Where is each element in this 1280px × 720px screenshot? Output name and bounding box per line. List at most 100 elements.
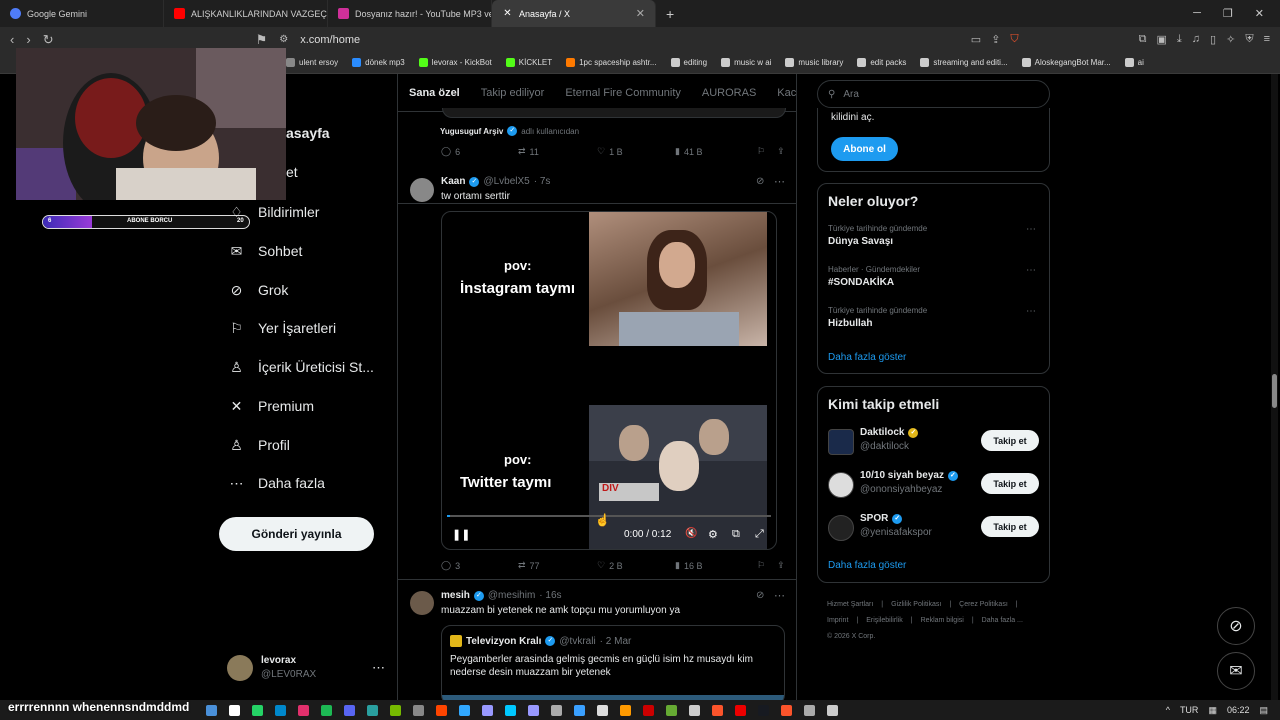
download-icon[interactable]: ⤓ [1177, 33, 1182, 46]
views-button[interactable]: ▮ 41 B [675, 146, 757, 157]
taskbar-app-icon[interactable] [206, 704, 217, 716]
avatar[interactable] [410, 178, 434, 202]
taskbar-app-icon[interactable] [413, 704, 424, 716]
suggestion-name[interactable]: 10/10 siyah beyaz [860, 470, 944, 481]
more-icon[interactable]: ⋯ [774, 175, 785, 188]
grok-icon[interactable]: ⊘ [756, 590, 764, 601]
trends-show-more[interactable]: Daha fazla göster [828, 352, 906, 363]
share-icon[interactable]: ⇪ [777, 560, 785, 571]
taskbar-app-icon[interactable] [551, 704, 562, 716]
bookmark-item[interactable]: music w ai [721, 58, 771, 67]
bookmark-item[interactable]: streaming and editi... [920, 58, 1008, 67]
scrollbar[interactable] [1271, 74, 1278, 700]
fullscreen-icon[interactable]: ⤢ [755, 528, 764, 541]
settings-icon[interactable]: ⚙ [708, 528, 718, 541]
post-time[interactable]: · 16s [539, 590, 561, 601]
language-indicator[interactable]: TUR [1180, 705, 1199, 715]
taskbar-app-icon[interactable] [528, 704, 539, 716]
like-button[interactable]: ♡ 2 B [597, 560, 675, 571]
bookmark-item[interactable]: dönek mp3 [352, 58, 405, 67]
bookmark-item[interactable]: levorax - KickBot [418, 58, 492, 67]
maximize-icon[interactable]: ❐ [1223, 7, 1233, 20]
reload-icon[interactable]: ↻ [43, 32, 54, 48]
suggestion-name[interactable]: SPOR [860, 513, 888, 524]
extensions-icon[interactable]: ⧉ [1139, 33, 1147, 46]
site-settings-icon[interactable]: ⚙ [279, 34, 288, 45]
nav-item-6[interactable]: ♙ Profil [229, 433, 290, 457]
minimize-icon[interactable]: ─ [1193, 7, 1201, 20]
new-tab-button[interactable]: + [656, 6, 684, 22]
tray-arrow-icon[interactable]: ^ [1166, 705, 1170, 715]
close-tab-icon[interactable]: ✕ [636, 7, 645, 20]
nav-item-3[interactable]: ⚐ Yer İşaretleri [229, 316, 336, 340]
taskbar-app-icon[interactable] [482, 704, 493, 716]
taskbar-app-icon[interactable] [758, 704, 769, 716]
taskbar-app-icon[interactable] [804, 704, 815, 716]
reply-button[interactable]: ◯ 6 [441, 146, 518, 157]
more-icon[interactable]: ⋯ [372, 660, 385, 676]
taskbar-app-icon[interactable] [505, 704, 516, 716]
media-icon[interactable]: ♫ [1192, 33, 1200, 46]
taskbar-app-icon[interactable] [390, 704, 401, 716]
bookmark-item[interactable]: ulent ersoy [286, 58, 338, 67]
footer-link[interactable]: Reklam bilgisi [921, 613, 964, 629]
quoted-post[interactable]: Televizyon Kralı ✓ @tvkrali · 2 Mar Peyg… [441, 625, 785, 700]
follow-button[interactable]: Takip et [981, 516, 1039, 537]
timeline-tab[interactable]: AURORAS [702, 87, 756, 99]
footer-link[interactable]: Çerez Politikası [959, 597, 1008, 613]
taskbar-app-icon[interactable] [712, 704, 723, 716]
taskbar-app-icon[interactable] [321, 704, 332, 716]
forward-icon[interactable]: › [26, 32, 30, 47]
notification-icon[interactable]: ▤ [1259, 705, 1268, 716]
post-button[interactable]: Gönderi yayınla [219, 517, 374, 551]
bookmark-item[interactable]: ai [1124, 58, 1144, 67]
avatar[interactable] [410, 591, 434, 615]
nav-item-2[interactable]: ⊘ Grok [229, 278, 289, 302]
timeline-tab[interactable]: Takip ediliyor [481, 87, 545, 99]
menu-icon[interactable]: ≡ [1264, 33, 1270, 46]
footer-link[interactable]: Erişilebilirlik [866, 613, 903, 629]
footer-link[interactable]: Imprint [827, 613, 848, 629]
search-input[interactable]: ⚲ Ara [817, 80, 1050, 108]
like-button[interactable]: ♡ 1 B [597, 146, 675, 157]
taskbar-app-icon[interactable] [367, 704, 378, 716]
repost-button[interactable]: ⇄ 77 [518, 560, 597, 571]
more-icon[interactable]: ⋯ [1026, 224, 1036, 235]
vpn-icon[interactable]: ⛨ [1245, 33, 1253, 46]
suggestion-item[interactable]: 10/10 siyah beyaz ✓ @ononsiyahbeyaz Takip e… [828, 470, 1040, 500]
taskbar-app-icon[interactable] [689, 704, 700, 716]
video-player[interactable]: pov: İnstagram taymı pov: Twitter taymı … [441, 211, 777, 550]
browser-tab-x[interactable]: ✕ Anasayfa / X ✕ [492, 0, 656, 27]
nav-explore-label[interactable]: et [286, 160, 298, 184]
back-icon[interactable]: ‹ [10, 32, 14, 47]
trend-item[interactable]: Haberler · Gündemdekiler #SONDAKİKA ⋯ [828, 265, 1040, 288]
cast-icon[interactable]: ▭ [971, 33, 981, 46]
taskbar-app-icon[interactable] [436, 704, 447, 716]
author-name[interactable]: Kaan [441, 176, 465, 187]
repost-button[interactable]: ⇄ 11 [518, 146, 597, 157]
suggestion-item[interactable]: SPOR ✓ @yenisafakspor Takip et [828, 513, 1040, 543]
account-switcher[interactable]: levorax @LEV0RAX ⋯ [227, 654, 385, 682]
footer-link[interactable]: Daha fazla ... [982, 613, 1023, 629]
network-icon[interactable]: ▦ [1208, 705, 1217, 716]
share-icon[interactable]: ⇪ [777, 146, 785, 157]
timeline-tab[interactable]: Sana özel [409, 87, 460, 99]
author-handle[interactable]: @LvbelX5 [483, 176, 529, 187]
author-name[interactable]: Yugusuguf Arşiv [440, 127, 503, 136]
post[interactable]: Kaan ✓ @LvbelX5 · 7s ⊘ ⋯ tw ortamı sertt… [398, 167, 796, 580]
subscribe-button[interactable]: Abone ol [831, 137, 898, 161]
browser-tab-gemini[interactable]: Google Gemini [0, 0, 164, 27]
grok-float-button[interactable]: ⊘ [1217, 607, 1255, 645]
taskbar-app-icon[interactable] [735, 704, 746, 716]
views-button[interactable]: ▮ 16 B [675, 560, 757, 571]
avatar[interactable] [828, 472, 854, 498]
messages-float-button[interactable]: ✉ [1217, 652, 1255, 690]
taskbar-app-icon[interactable] [597, 704, 608, 716]
taskbar-app-icon[interactable] [574, 704, 585, 716]
more-icon[interactable]: ⋯ [1026, 265, 1036, 276]
bookmark-icon[interactable]: ⚐ [757, 146, 765, 157]
taskbar-app-icon[interactable] [643, 704, 654, 716]
avatar[interactable] [828, 515, 854, 541]
brave-shield-icon[interactable]: ⛉ [1010, 33, 1018, 46]
footer-link[interactable]: Hizmet Şartları [827, 597, 873, 613]
